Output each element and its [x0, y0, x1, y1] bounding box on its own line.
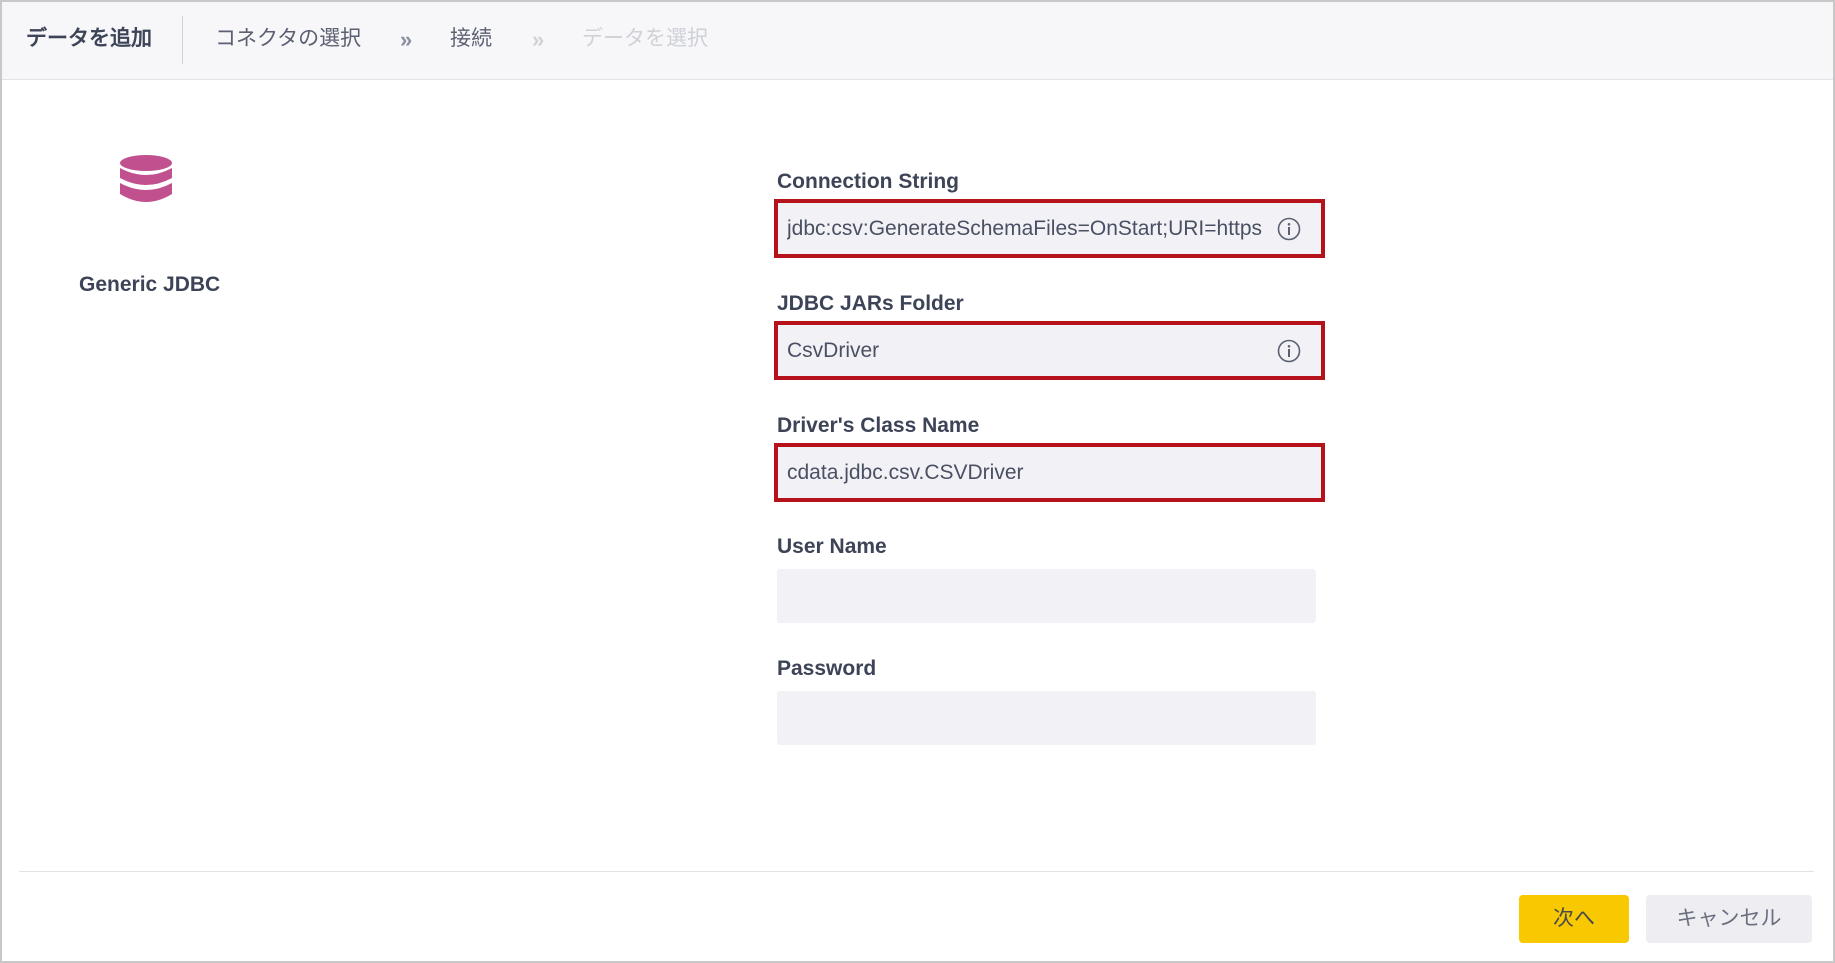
class-name-value: cdata.jdbc.csv.CSVDriver — [787, 461, 1024, 484]
page-title: データを追加 — [26, 27, 152, 50]
connection-string-label: Connection String — [777, 170, 959, 193]
user-name-label: User Name — [777, 535, 887, 558]
password-value — [786, 691, 1266, 745]
user-name-value — [786, 569, 1266, 623]
cancel-button[interactable]: キャンセル — [1646, 895, 1812, 943]
step-select-data: データを選択 — [582, 27, 708, 50]
step-select-connector[interactable]: コネクタの選択 — [215, 2, 361, 76]
wizard-header: データを追加 コネクタの選択 » 接続 » データを選択 — [2, 2, 1833, 80]
header-divider — [182, 16, 183, 64]
database-icon — [120, 155, 172, 202]
user-name-input[interactable] — [777, 569, 1316, 623]
add-data-dialog: データを追加 コネクタの選択 » 接続 » データを選択 Generic JDB… — [0, 0, 1835, 963]
info-icon[interactable] — [1277, 339, 1301, 363]
jars-folder-value: CsvDriver — [787, 339, 880, 362]
info-icon[interactable] — [1277, 217, 1301, 241]
password-input[interactable] — [777, 691, 1316, 745]
password-label: Password — [777, 657, 877, 680]
footer-divider — [19, 871, 1814, 872]
step-connection[interactable]: 接続 — [450, 2, 492, 76]
next-button[interactable]: 次へ — [1519, 895, 1629, 943]
class-name-label: Driver's Class Name — [777, 414, 980, 437]
step-separator-icon: » — [400, 27, 413, 52]
connection-string-input[interactable]: jdbc:csv:GenerateSchemaFiles=OnStart;URI… — [774, 199, 1325, 258]
step-separator-icon: » — [532, 27, 545, 52]
connection-string-value: jdbc:csv:GenerateSchemaFiles=OnStart;URI… — [787, 217, 1263, 240]
jars-folder-input[interactable]: CsvDriver — [774, 321, 1325, 380]
connector-name: Generic JDBC — [79, 273, 221, 296]
jars-folder-label: JDBC JARs Folder — [777, 292, 964, 315]
class-name-input[interactable]: cdata.jdbc.csv.CSVDriver — [774, 443, 1325, 502]
